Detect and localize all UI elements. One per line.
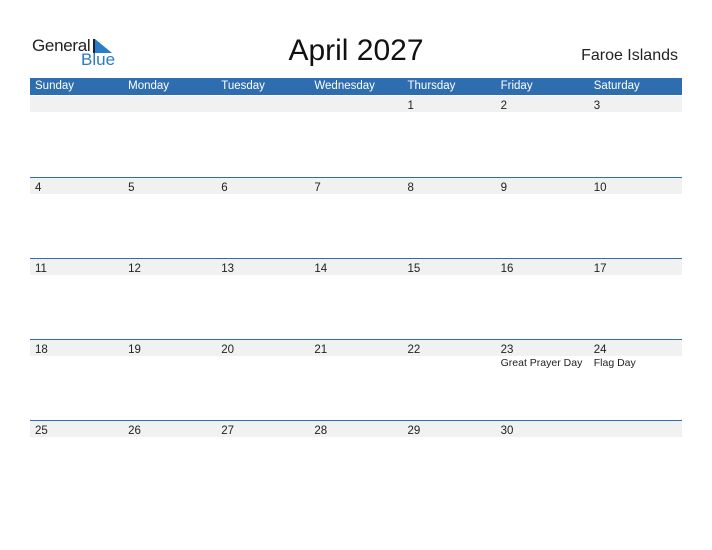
day-number: 7 bbox=[314, 182, 321, 194]
day-number: 15 bbox=[407, 263, 421, 275]
day-number: 13 bbox=[221, 263, 235, 275]
day-cell: 28 bbox=[309, 421, 402, 437]
week-row: 18 19 20 21 22 23 Great Prayer Day 24 Flag Day bbox=[30, 339, 682, 421]
weekday-thursday: Thursday bbox=[407, 80, 456, 92]
date-row: 4 5 6 7 8 9 10 bbox=[30, 178, 682, 194]
day-cell: 4 bbox=[30, 178, 123, 194]
day-number: 16 bbox=[500, 263, 514, 275]
day-cell: 30 bbox=[496, 421, 589, 437]
day-cell: 1 bbox=[403, 96, 496, 112]
day-cell: 29 bbox=[403, 421, 496, 437]
day-number: 1 bbox=[407, 100, 414, 112]
day-cell bbox=[309, 96, 402, 112]
day-cell: 19 bbox=[123, 340, 216, 356]
day-number: 4 bbox=[35, 182, 42, 194]
day-cell: 18 bbox=[30, 340, 123, 356]
weekday-tuesday: Tuesday bbox=[221, 80, 265, 92]
day-number: 5 bbox=[128, 182, 135, 194]
weekday-monday: Monday bbox=[128, 80, 170, 92]
day-cell: 2 bbox=[496, 96, 589, 112]
day-number: 2 bbox=[500, 100, 508, 112]
day-number: 21 bbox=[314, 344, 328, 356]
day-number: 6 bbox=[221, 182, 228, 194]
day-cell: 11 bbox=[30, 259, 123, 275]
day-number: 8 bbox=[407, 182, 414, 194]
day-cell: 5 bbox=[123, 178, 216, 194]
day-number: 17 bbox=[593, 263, 607, 275]
day-number: 26 bbox=[128, 425, 141, 437]
day-cell: 17 bbox=[589, 259, 682, 275]
holiday-label: Flag Day bbox=[593, 357, 636, 369]
date-row: 18 19 20 21 22 23 Great Prayer Day 24 Flag Day bbox=[30, 340, 682, 369]
weekday-header: Sunday Monday Tuesday Wednesday Thursday… bbox=[30, 78, 682, 95]
weekday-friday: Friday bbox=[500, 80, 533, 92]
day-cell: 15 bbox=[403, 259, 496, 275]
day-cell: 12 bbox=[123, 259, 216, 275]
day-number: 12 bbox=[128, 263, 141, 275]
day-cell: 14 bbox=[309, 259, 402, 275]
date-row: 25 26 27 28 29 30 bbox=[30, 421, 682, 437]
date-row: 1 2 3 bbox=[30, 96, 682, 112]
day-number: 18 bbox=[35, 344, 48, 356]
day-cell: 3 bbox=[589, 96, 682, 112]
day-cell bbox=[589, 421, 682, 437]
day-cell: 9 bbox=[496, 178, 589, 194]
day-cell: 22 bbox=[403, 340, 496, 356]
day-cell: 21 bbox=[309, 340, 402, 356]
day-number: 30 bbox=[500, 425, 514, 437]
day-number: 23 bbox=[500, 344, 514, 356]
day-number: 3 bbox=[593, 100, 601, 112]
day-number: 9 bbox=[500, 182, 508, 194]
day-cell: 27 bbox=[216, 421, 309, 437]
day-number: 10 bbox=[593, 182, 607, 194]
day-cell: 6 bbox=[216, 178, 309, 194]
day-cell: 8 bbox=[403, 178, 496, 194]
day-cell bbox=[216, 96, 309, 112]
date-row: 11 12 13 14 15 16 17 bbox=[30, 259, 682, 275]
holiday-label: Great Prayer Day bbox=[500, 357, 583, 369]
day-number: 22 bbox=[407, 344, 421, 356]
day-cell: 25 bbox=[30, 421, 123, 437]
weekday-saturday: Saturday bbox=[593, 80, 640, 92]
day-number: 27 bbox=[221, 425, 235, 437]
week-row: 11 12 13 14 15 16 17 bbox=[30, 258, 682, 340]
week-row: 1 2 3 bbox=[30, 96, 682, 177]
day-cell: 26 bbox=[123, 421, 216, 437]
day-cell: 24 Flag Day bbox=[589, 340, 682, 369]
weekday-wednesday: Wednesday bbox=[314, 80, 375, 92]
weekday-sunday: Sunday bbox=[35, 80, 75, 92]
day-number: 11 bbox=[35, 263, 47, 275]
day-number: 28 bbox=[314, 425, 328, 437]
day-cell bbox=[123, 96, 216, 112]
day-cell bbox=[30, 96, 123, 112]
day-number: 14 bbox=[314, 263, 328, 275]
day-cell: 13 bbox=[216, 259, 309, 275]
day-cell: 10 bbox=[589, 178, 682, 194]
day-cell: 20 bbox=[216, 340, 309, 356]
week-row: 25 26 27 28 29 30 bbox=[30, 420, 682, 502]
day-number: 29 bbox=[407, 425, 421, 437]
day-number: 20 bbox=[221, 344, 235, 356]
day-cell: 23 Great Prayer Day bbox=[496, 340, 589, 369]
day-number: 25 bbox=[35, 425, 48, 437]
week-row: 4 5 6 7 8 9 10 bbox=[30, 177, 682, 259]
day-cell: 7 bbox=[309, 178, 402, 194]
day-number: 24 bbox=[593, 344, 607, 356]
country-name: Faroe Islands bbox=[581, 47, 678, 64]
day-number: 19 bbox=[128, 344, 141, 356]
day-cell: 16 bbox=[496, 259, 589, 275]
